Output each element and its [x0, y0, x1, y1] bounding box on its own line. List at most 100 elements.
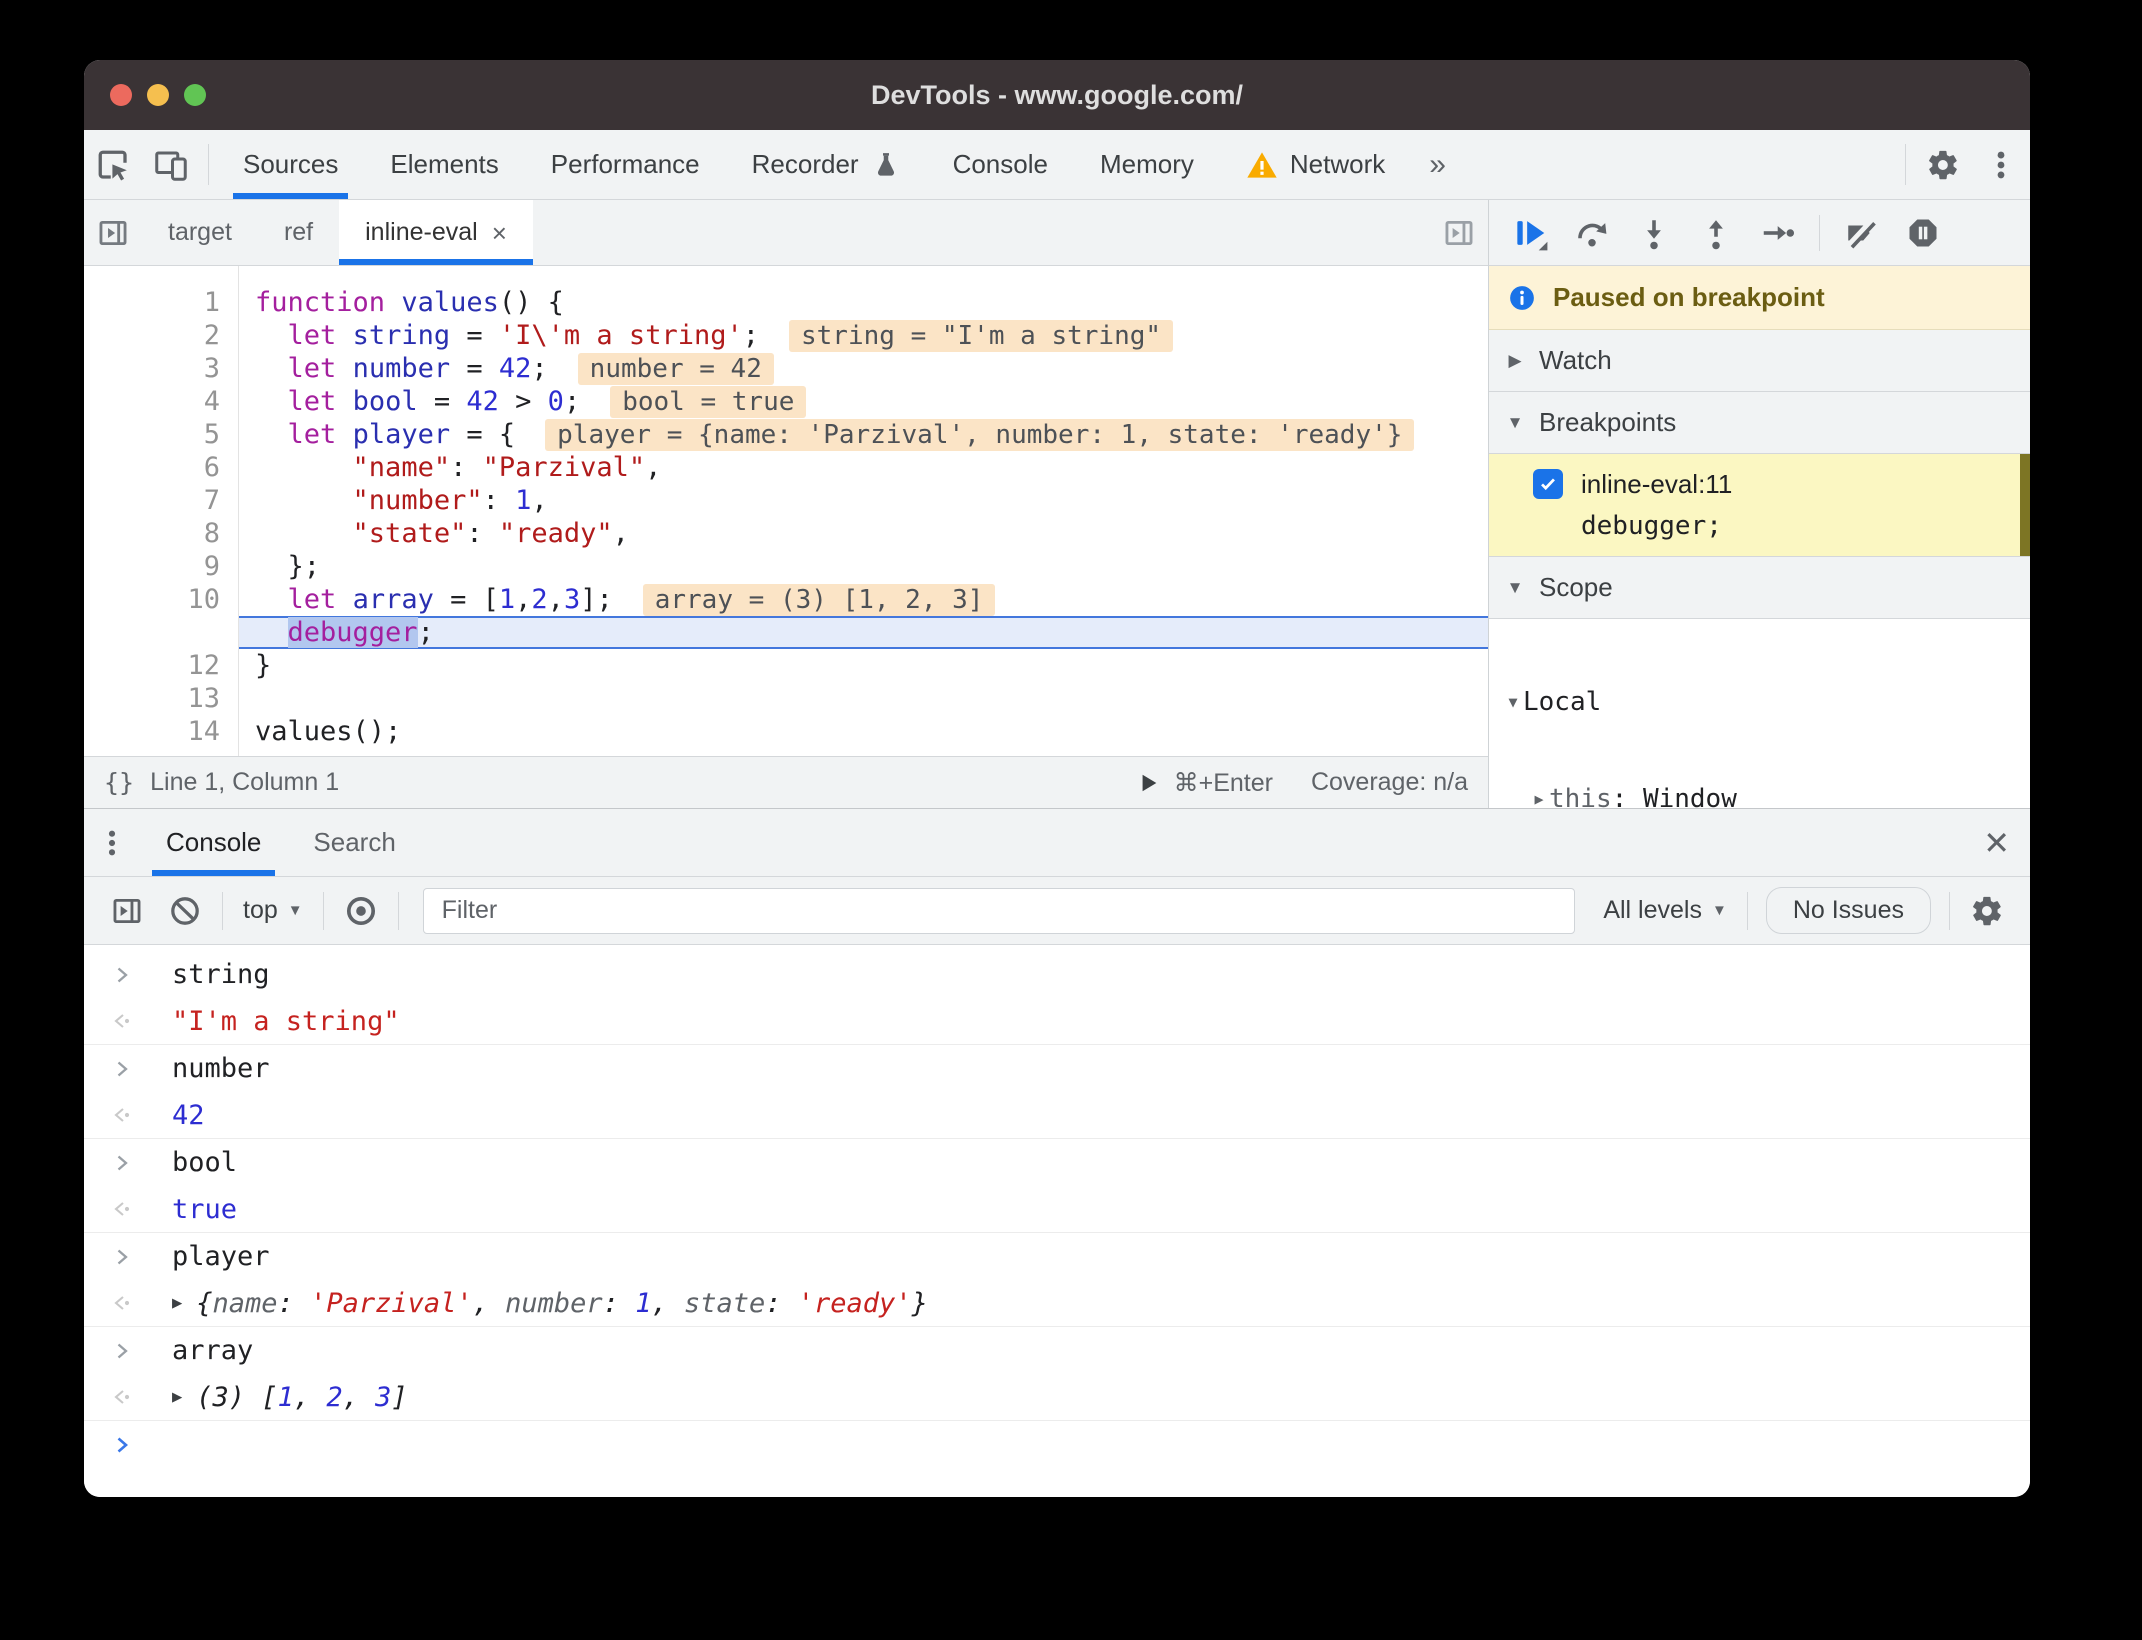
- log-level-selector[interactable]: All levels ▼: [1591, 896, 1739, 925]
- breakpoints-section-header[interactable]: ▼ Breakpoints: [1489, 392, 2030, 454]
- deactivate-breakpoints-icon[interactable]: [1830, 205, 1892, 261]
- code-text[interactable]: }: [238, 649, 1488, 682]
- code-text[interactable]: "number": 1,: [238, 484, 1488, 517]
- breakpoint-checkbox[interactable]: [1533, 469, 1563, 499]
- more-tabs-chevron-icon[interactable]: »: [1411, 130, 1464, 199]
- close-drawer-icon[interactable]: ✕: [1983, 827, 2010, 859]
- step-over-icon[interactable]: [1561, 205, 1623, 261]
- line-number-gutter[interactable]: 13: [84, 683, 238, 714]
- breakpoint-snippet: debugger;: [1581, 511, 1722, 541]
- console-prompt-icon: [110, 1433, 134, 1457]
- close-tab-icon[interactable]: ×: [492, 220, 507, 246]
- filter-input[interactable]: [422, 887, 1576, 934]
- line-number-gutter[interactable]: 1: [84, 287, 238, 318]
- code-text[interactable]: let bool = 42 > 0; bool = true: [238, 385, 1488, 418]
- line-number-gutter[interactable]: 14: [84, 716, 238, 747]
- file-tab-ref[interactable]: ref: [258, 200, 339, 265]
- code-text[interactable]: let string = 'I\'m a string'; string = "I…: [238, 319, 1488, 352]
- coverage-label: Coverage: n/a: [1310, 768, 1468, 796]
- toolbar-divider: [1819, 214, 1820, 251]
- file-tab-inline-eval[interactable]: inline-eval ×: [339, 200, 533, 265]
- paused-banner: Paused on breakpoint: [1489, 266, 2030, 330]
- drawer-kebab-menu-icon[interactable]: [84, 809, 140, 876]
- code-line-row: 6 "name": "Parzival",: [84, 451, 1488, 484]
- console-settings-gear-icon[interactable]: [1958, 894, 2016, 928]
- code-token: () {: [498, 287, 564, 318]
- context-label: top: [243, 896, 278, 924]
- code-token: values();: [255, 716, 402, 747]
- drawer-tab-bar: Console Search ✕: [84, 809, 2030, 877]
- code-text[interactable]: function values() {: [238, 286, 1488, 319]
- line-number-gutter[interactable]: 5: [84, 419, 238, 450]
- pause-on-exceptions-icon[interactable]: [1892, 205, 1954, 261]
- collapsed-triangle-icon[interactable]: ▶: [172, 1387, 182, 1407]
- file-tab-label: inline-eval: [365, 218, 478, 246]
- tab-sources[interactable]: Sources: [217, 130, 364, 199]
- pretty-print-icon[interactable]: {}: [104, 768, 134, 797]
- line-number-gutter[interactable]: 9: [84, 551, 238, 582]
- drawer-tab-search[interactable]: Search: [287, 809, 421, 876]
- code-text[interactable]: "state": "ready",: [238, 517, 1488, 550]
- clear-console-icon[interactable]: [156, 894, 214, 928]
- code-token: :: [765, 1287, 798, 1319]
- show-console-sidebar-icon[interactable]: [98, 894, 156, 928]
- run-shortcut-label: ⌘+Enter: [1173, 768, 1273, 797]
- file-tab-target[interactable]: target: [142, 200, 258, 265]
- scope-local-row[interactable]: ▼ Local: [1489, 683, 2030, 720]
- step-out-icon[interactable]: [1685, 205, 1747, 261]
- scope-row-this[interactable]: ▶ this: Window: [1489, 780, 2030, 809]
- step-into-icon[interactable]: [1623, 205, 1685, 261]
- code-token: "ready": [498, 518, 613, 549]
- resume-script-icon[interactable]: [1499, 205, 1561, 261]
- context-selector[interactable]: top ▼: [231, 896, 315, 925]
- code-text[interactable]: let number = 42; number = 42: [238, 352, 1488, 385]
- code-text[interactable]: "name": "Parzival",: [238, 451, 1488, 484]
- tab-performance[interactable]: Performance: [525, 130, 726, 199]
- line-number-gutter[interactable]: 12: [84, 650, 238, 681]
- tab-elements[interactable]: Elements: [364, 130, 524, 199]
- breakpoint-entry[interactable]: inline-eval:11 debugger;: [1489, 454, 2030, 557]
- collapsed-triangle-icon[interactable]: ▶: [1529, 790, 1549, 808]
- watch-section-header[interactable]: ▶ Watch: [1489, 330, 2030, 392]
- settings-gear-icon[interactable]: [1914, 130, 1972, 199]
- toggle-sidebar-icon[interactable]: [1430, 216, 1488, 250]
- show-navigator-icon[interactable]: [84, 200, 142, 265]
- line-number-gutter[interactable]: 7: [84, 485, 238, 516]
- kebab-menu-icon[interactable]: [1972, 130, 2030, 199]
- tab-memory[interactable]: Memory: [1074, 130, 1220, 199]
- inline-eval-value: bool = true: [610, 385, 807, 418]
- devtools-window: DevTools - www.google.com/ Sources Elemen…: [84, 60, 2030, 1497]
- code-text[interactable]: };: [238, 550, 1488, 583]
- code-token: let: [287, 320, 337, 351]
- console-prompt[interactable]: [84, 1421, 2030, 1468]
- line-number-gutter[interactable]: 4: [84, 386, 238, 417]
- device-toolbar-icon[interactable]: [142, 130, 200, 199]
- step-icon[interactable]: [1747, 205, 1809, 261]
- line-number-gutter[interactable]: 6: [84, 452, 238, 483]
- code-text[interactable]: let array = [1, 2, 3]; array = (3) [1, 2, 3…: [238, 583, 1488, 616]
- drawer-tab-console[interactable]: Console: [140, 809, 287, 876]
- line-number-gutter[interactable]: 2: [84, 320, 238, 351]
- scope-section-header[interactable]: ▼ Scope: [1489, 557, 2030, 619]
- line-number-gutter[interactable]: 3: [84, 353, 238, 384]
- inspect-icon[interactable]: [84, 130, 142, 199]
- code-text[interactable]: debugger;: [238, 616, 1488, 649]
- paused-message: Paused on breakpoint: [1553, 282, 1825, 312]
- line-number-gutter[interactable]: 10: [84, 584, 238, 615]
- code-token: 1: [277, 1381, 294, 1413]
- code-text[interactable]: [238, 682, 1488, 715]
- code-text[interactable]: values();: [238, 715, 1488, 748]
- console-result-row: ▶ (3) [1, 2, 3]: [84, 1374, 2030, 1421]
- code-token: 'ready': [797, 1287, 912, 1319]
- no-issues-button[interactable]: No Issues: [1765, 887, 1931, 934]
- code-editor[interactable]: 1 function values() {2 let string = 'I\'m…: [84, 266, 1488, 756]
- collapsed-triangle-icon[interactable]: ▶: [172, 1293, 182, 1313]
- code-text[interactable]: let player = {player = {name: 'Parzival'…: [238, 418, 1488, 451]
- tab-recorder[interactable]: Recorder: [726, 130, 927, 199]
- tab-network[interactable]: Network: [1220, 130, 1411, 199]
- line-number-gutter[interactable]: 8: [84, 518, 238, 549]
- code-token: ,: [472, 1287, 506, 1319]
- live-expression-eye-icon[interactable]: [332, 894, 390, 928]
- tab-console[interactable]: Console: [927, 130, 1074, 199]
